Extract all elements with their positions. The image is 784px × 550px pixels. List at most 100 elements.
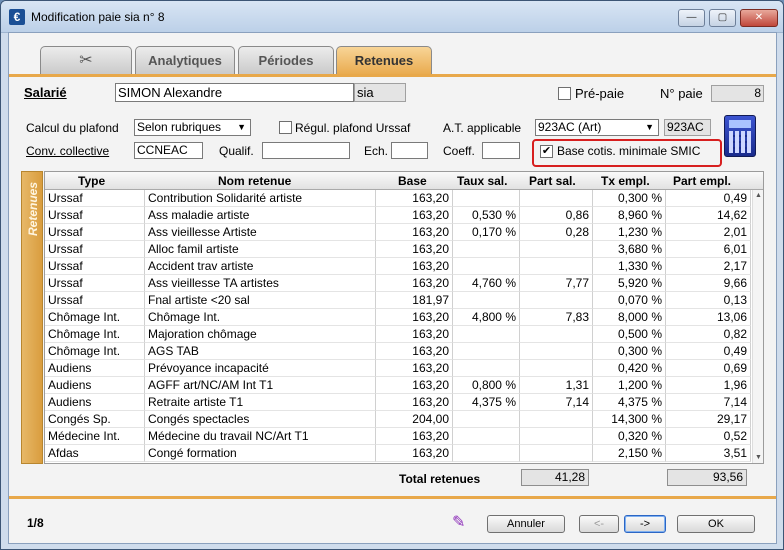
annuler-button[interactable]: Annuler: [487, 515, 565, 533]
col-nom[interactable]: Nom retenue: [218, 174, 291, 188]
table-row[interactable]: Audiens AGFF art/NC/AM Int T1 163,20 0,800 …: [45, 377, 751, 394]
salarie-label: Salarié: [24, 85, 67, 100]
regul-checkbox[interactable]: [279, 121, 292, 134]
table-row[interactable]: Urssaf Contribution Solidarité artiste 163…: [45, 190, 751, 207]
table-row[interactable]: Urssaf Alloc famil artiste 163,20 3,680 % 6,…: [45, 241, 751, 258]
salarie-code-field: sia: [354, 83, 406, 102]
cell-tx-empl: 1,200 %: [593, 377, 666, 394]
cell-taux-sal: 0,170 %: [453, 224, 520, 241]
qualif-field[interactable]: [262, 142, 350, 159]
cell-base: 163,20: [376, 428, 453, 445]
tab-general[interactable]: ✂: [40, 46, 132, 75]
at-value: 923AC (Art): [538, 120, 602, 134]
col-tx-empl[interactable]: Tx empl.: [601, 174, 650, 188]
scroll-down-icon[interactable]: ▼: [754, 454, 763, 461]
col-part-sal[interactable]: Part sal.: [529, 174, 576, 188]
salarie-name-field[interactable]: SIMON Alexandre: [115, 83, 354, 102]
calcul-plafond-select[interactable]: Selon rubriques ▼: [134, 119, 251, 136]
cell-type: Urssaf: [45, 224, 145, 241]
ok-button[interactable]: OK: [677, 515, 755, 533]
tab-retenues[interactable]: Retenues: [336, 46, 432, 76]
scroll-up-icon[interactable]: ▲: [754, 192, 763, 199]
cell-nom: Congé formation: [145, 445, 376, 462]
cell-part-empl: 0,49: [666, 343, 751, 360]
next-button[interactable]: ->: [624, 515, 666, 533]
previous-button[interactable]: <-: [579, 515, 619, 533]
table-row[interactable]: Chômage Int. Majoration chômage 163,20 0,50…: [45, 326, 751, 343]
cell-tx-empl: 8,960 %: [593, 207, 666, 224]
close-button[interactable]: ✕: [740, 9, 778, 27]
col-base[interactable]: Base: [398, 174, 427, 188]
main-window: € Modification paie sia n° 8 — ▢ ✕ ✂ Ana…: [0, 0, 784, 550]
minimize-button[interactable]: —: [678, 9, 705, 27]
prepaie-checkbox[interactable]: [558, 87, 571, 100]
table-row[interactable]: Congés Sp. Congés spectacles 204,00 14,300 …: [45, 411, 751, 428]
total-part-empl: 93,56: [667, 469, 747, 486]
table-row[interactable]: Chômage Int. AGS TAB 163,20 0,300 % 0,49: [45, 343, 751, 360]
col-taux-sal[interactable]: Taux sal.: [457, 174, 507, 188]
cell-part-sal: [520, 343, 593, 360]
cell-tx-empl: 0,500 %: [593, 326, 666, 343]
title-bar[interactable]: € Modification paie sia n° 8 — ▢ ✕: [1, 1, 783, 33]
smic-checkbox[interactable]: ✔: [540, 145, 553, 158]
cell-base: 163,20: [376, 377, 453, 394]
at-label: A.T. applicable: [443, 121, 522, 135]
pencil-icon[interactable]: ✎: [452, 512, 465, 532]
table-row[interactable]: Afdas Congé formation 163,20 2,150 % 3,51: [45, 445, 751, 462]
cell-base: 163,20: [376, 275, 453, 292]
cell-taux-sal: [453, 343, 520, 360]
col-type[interactable]: Type: [78, 174, 105, 188]
cell-tx-empl: 1,330 %: [593, 258, 666, 275]
calculator-keys-icon: [729, 131, 751, 153]
total-label: Total retenues: [399, 472, 481, 486]
footer-divider: [9, 496, 776, 499]
cell-tx-empl: 2,150 %: [593, 445, 666, 462]
table-row[interactable]: Audiens Prévoyance incapacité 163,20 0,420 …: [45, 360, 751, 377]
cell-taux-sal: 4,760 %: [453, 275, 520, 292]
conv-collective-field[interactable]: CCNEAC: [134, 142, 203, 159]
cell-part-empl: 0,69: [666, 360, 751, 377]
at-select[interactable]: 923AC (Art) ▼: [535, 119, 659, 136]
table-row[interactable]: Urssaf Ass vieillesse Artiste 163,20 0,170 …: [45, 224, 751, 241]
table-row[interactable]: Urssaf Accident trav artiste 163,20 1,330 %…: [45, 258, 751, 275]
calcul-plafond-value: Selon rubriques: [137, 120, 222, 134]
calculator-button[interactable]: [724, 115, 756, 157]
cell-part-sal: 7,14: [520, 394, 593, 411]
tab-analytiques[interactable]: Analytiques: [135, 46, 235, 75]
cell-nom: Accident trav artiste: [145, 258, 376, 275]
ech-field[interactable]: [391, 142, 428, 159]
cell-taux-sal: [453, 360, 520, 377]
coeff-field[interactable]: [482, 142, 520, 159]
col-part-empl[interactable]: Part empl.: [673, 174, 731, 188]
at-code-field: 923AC: [664, 119, 711, 136]
cell-taux-sal: [453, 428, 520, 445]
cell-type: Urssaf: [45, 275, 145, 292]
cell-tx-empl: 0,300 %: [593, 190, 666, 207]
cell-part-sal: 7,83: [520, 309, 593, 326]
cell-base: 204,00: [376, 411, 453, 428]
cell-base: 163,20: [376, 360, 453, 377]
vertical-scrollbar[interactable]: ▲ ▼: [752, 190, 763, 463]
cell-part-empl: 29,17: [666, 411, 751, 428]
cell-type: Médecine Int.: [45, 428, 145, 445]
cell-nom: Retraite artiste T1: [145, 394, 376, 411]
table-row[interactable]: Urssaf Ass vieillesse TA artistes 163,20 4,…: [45, 275, 751, 292]
maximize-button[interactable]: ▢: [709, 9, 736, 27]
cell-taux-sal: [453, 190, 520, 207]
app-euro-icon: €: [9, 9, 25, 25]
cell-tx-empl: 1,230 %: [593, 224, 666, 241]
cell-tx-empl: 0,420 %: [593, 360, 666, 377]
cell-part-empl: 0,82: [666, 326, 751, 343]
cell-part-sal: [520, 190, 593, 207]
table-row[interactable]: Médecine Int. Médecine du travail NC/Art …: [45, 428, 751, 445]
table-row[interactable]: Urssaf Fnal artiste <20 sal 181,97 0,070 % 0…: [45, 292, 751, 309]
conv-collective-link[interactable]: Conv. collective: [26, 144, 109, 158]
table-row[interactable]: Chômage Int. Chômage Int. 163,20 4,800 % 7,8…: [45, 309, 751, 326]
total-part-sal: 41,28: [521, 469, 589, 486]
table-row[interactable]: Urssaf Ass maladie artiste 163,20 0,530 % 0,…: [45, 207, 751, 224]
cell-taux-sal: 0,530 %: [453, 207, 520, 224]
tab-periodes[interactable]: Périodes: [238, 46, 334, 75]
cell-base: 163,20: [376, 309, 453, 326]
table-row[interactable]: Audiens Retraite artiste T1 163,20 4,375 % 7…: [45, 394, 751, 411]
cell-tx-empl: 0,320 %: [593, 428, 666, 445]
